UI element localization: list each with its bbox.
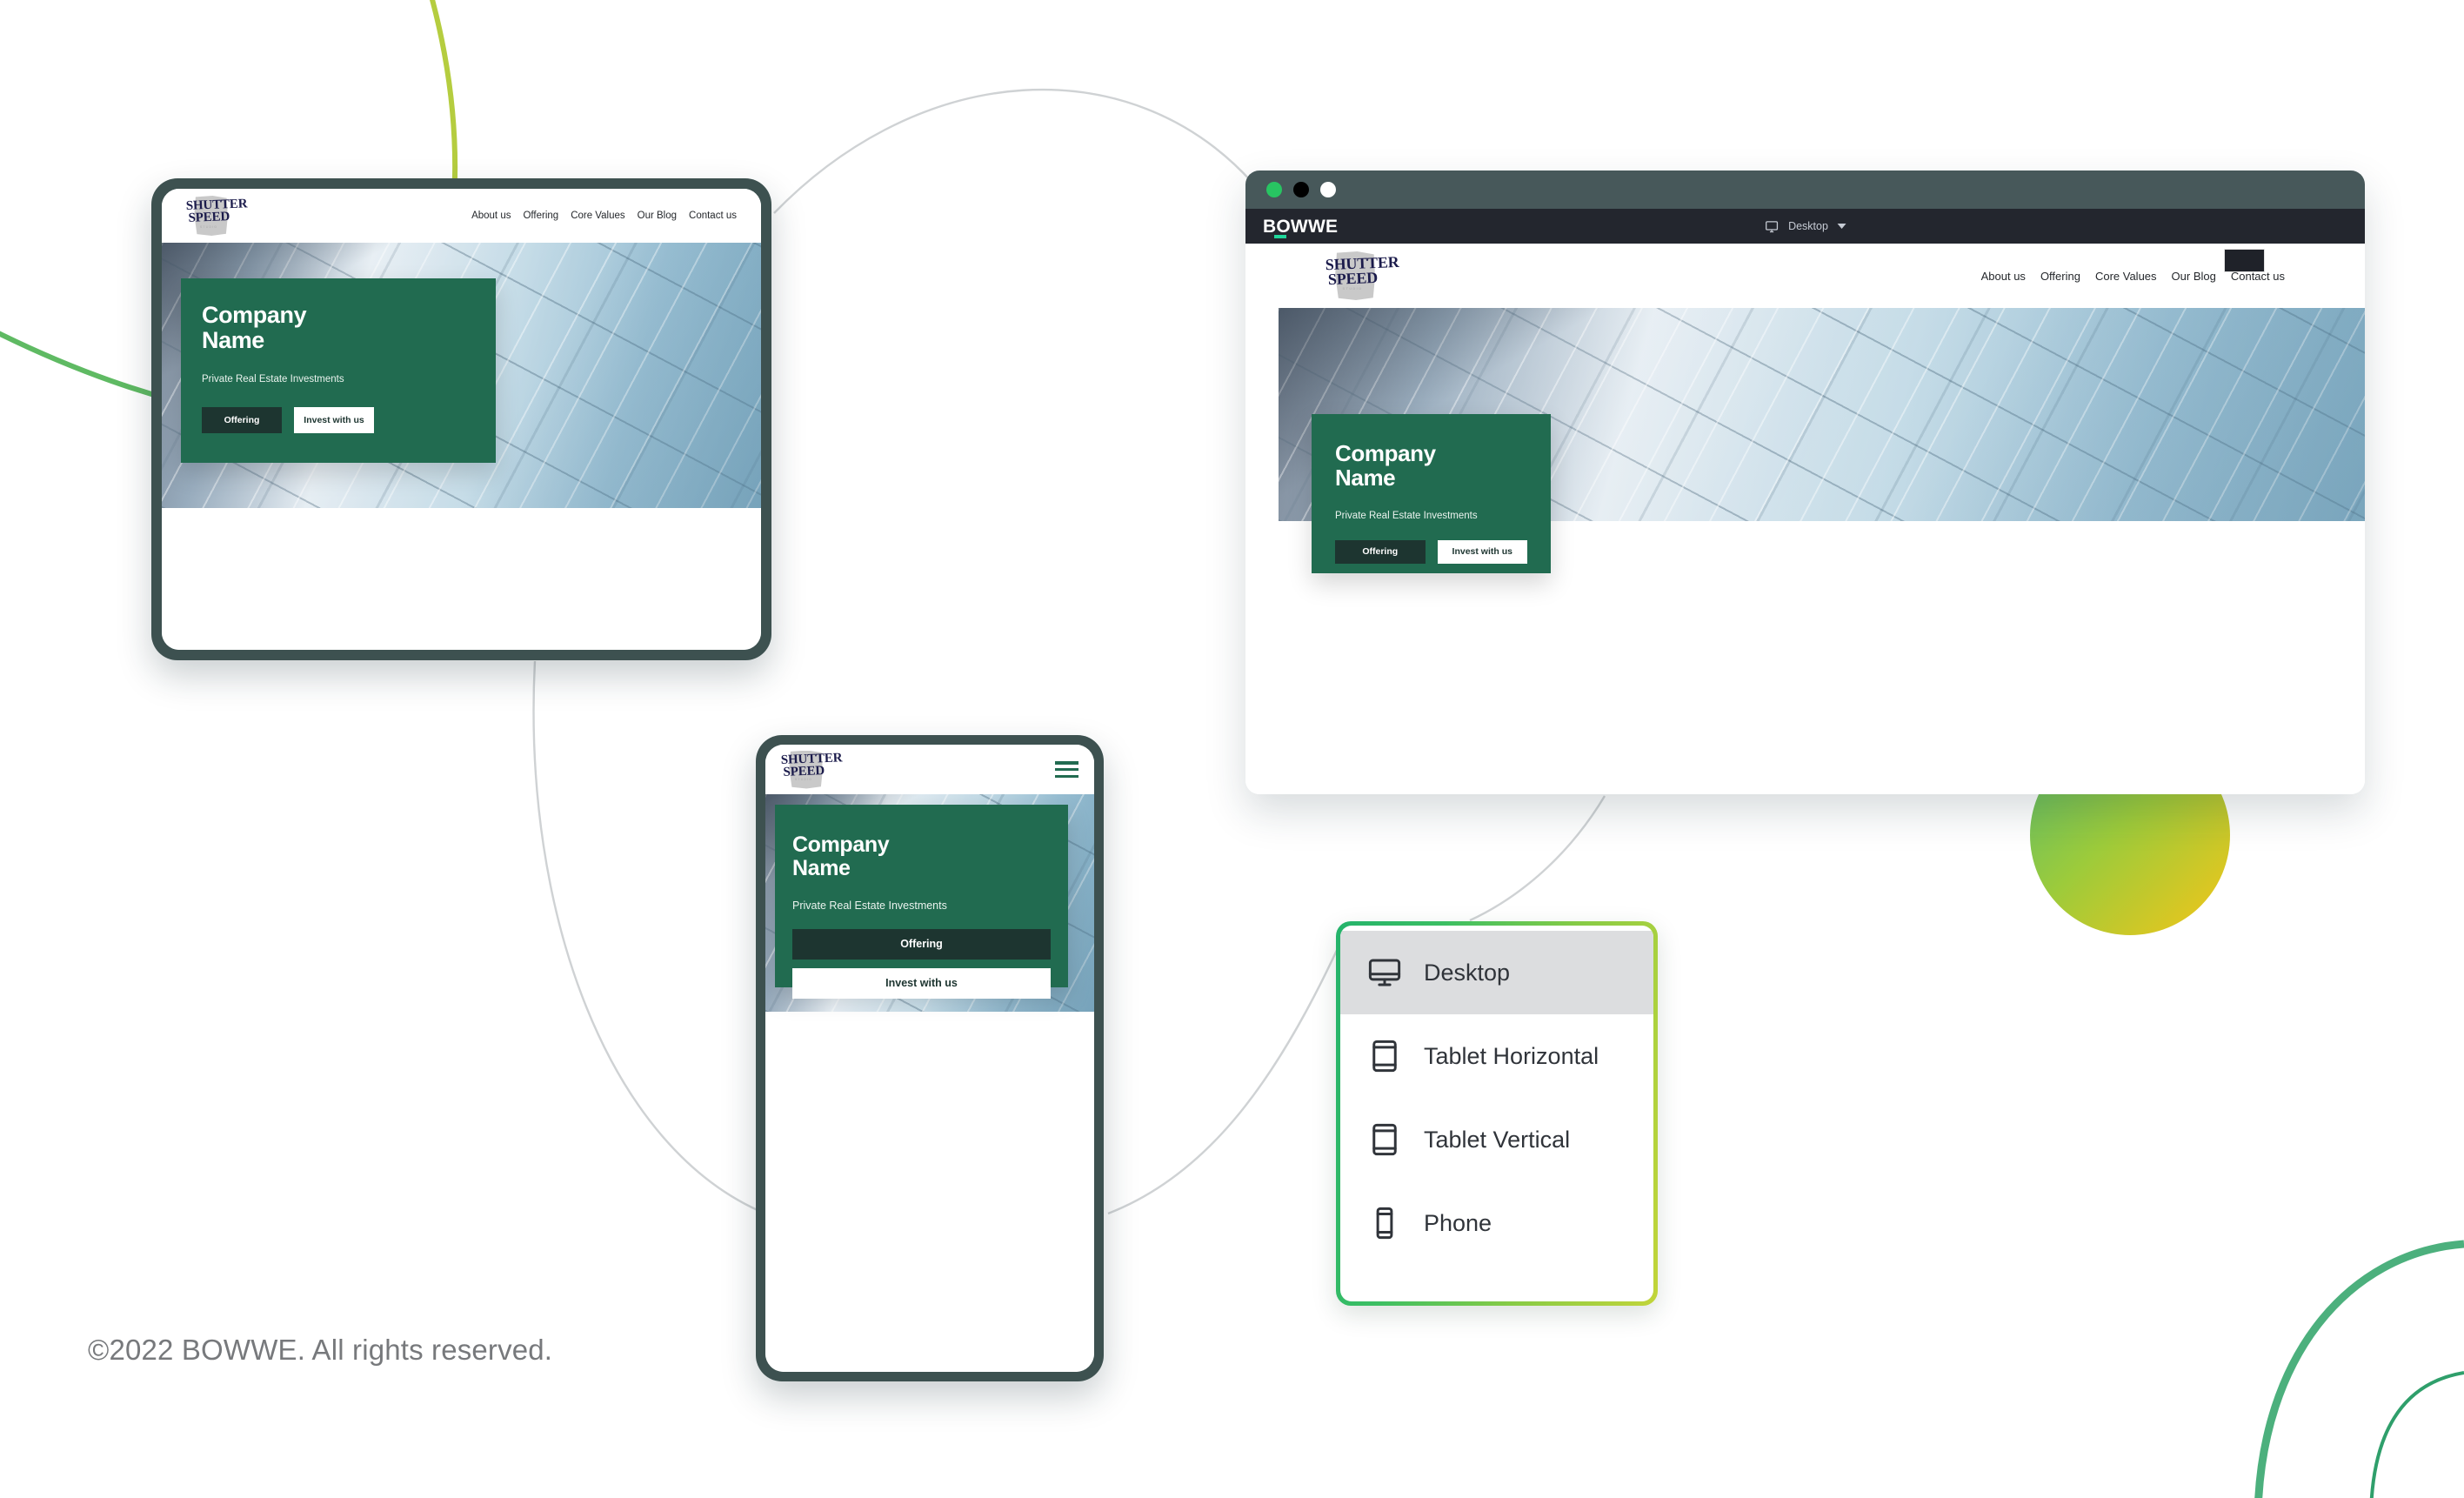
site-nav: About us Offering Core Values Our Blog C… <box>471 211 737 221</box>
offering-button[interactable]: Offering <box>792 928 1051 960</box>
logo-line-2: SPEED <box>783 763 825 779</box>
site-header: SHUTTER SPEED STUDIO <box>765 745 1094 794</box>
bowwe-accent-mark <box>1274 235 1286 238</box>
hero-title-line-1: Company <box>1335 440 1436 466</box>
chevron-down-icon <box>1837 224 1846 229</box>
device-option-phone[interactable]: Phone <box>1340 1181 1653 1265</box>
site-logo[interactable]: SHUTTER SPEED STUDIO <box>780 750 843 789</box>
hero-buttons: Offering Invest with us <box>202 406 475 433</box>
bowwe-wordmark: BOWWE <box>1263 216 1339 237</box>
hero-title-line-2: Name <box>792 855 851 880</box>
hero-title-line-2: Name <box>1335 464 1396 491</box>
device-option-label: Phone <box>1424 1209 1492 1236</box>
editor-toolbar: BOWWE Desktop <box>1245 209 2365 244</box>
copyright-text: ©2022 BOWWE. All rights reserved. <box>88 1334 553 1366</box>
hero-card: Company Name Private Real Estate Investm… <box>181 278 496 463</box>
nav-link-core-values[interactable]: Core Values <box>571 211 624 221</box>
hero-subtitle: Private Real Estate Investments <box>792 899 947 912</box>
hero-subtitle: Private Real Estate Investments <box>1335 510 1478 521</box>
nav-link-our-blog[interactable]: Our Blog <box>2172 270 2216 283</box>
monitor-icon <box>1765 220 1778 232</box>
nav-link-our-blog[interactable]: Our Blog <box>638 211 677 221</box>
device-option-label: Desktop <box>1424 959 1511 986</box>
nav-link-contact-us[interactable]: Contact us <box>689 211 737 221</box>
window-titlebar <box>1245 171 2365 209</box>
site-logo[interactable]: SHUTTER SPEED STUDIO <box>1325 251 1399 300</box>
nav-selection-overlay[interactable] <box>2224 249 2265 272</box>
hero-card: Company Name Private Real Estate Investm… <box>775 805 1068 999</box>
logo-subtitle: STUDIO <box>1342 286 1363 291</box>
connector-phone-dropdown <box>1107 934 1346 1215</box>
bowwe-logo[interactable]: BOWWE <box>1263 216 1339 238</box>
hero-title: Company Name <box>202 303 475 353</box>
hero-buttons: Offering Invest with us <box>792 928 1051 999</box>
hero-title: Company Name <box>792 833 1051 880</box>
device-selector[interactable]: Desktop <box>1764 219 1846 234</box>
deco-arc-inner <box>2369 1371 2464 1498</box>
nav-link-about-us[interactable]: About us <box>471 211 511 221</box>
hamburger-icon[interactable] <box>1055 761 1078 778</box>
hero-title: Company Name <box>1335 440 1527 491</box>
nav-link-offering[interactable]: Offering <box>2040 270 2080 283</box>
page-root: SHUTTER SPEED STUDIO About us Offering C… <box>0 0 2464 1498</box>
nav-link-about-us[interactable]: About us <box>1981 270 2026 283</box>
window-green-dot-icon[interactable] <box>1266 182 1282 197</box>
logo-line-2: SPEED <box>188 209 230 225</box>
connector-tablet-desktop <box>773 88 1253 214</box>
device-option-label: Tablet Horizontal <box>1424 1042 1599 1069</box>
tablet-icon <box>1365 1036 1405 1076</box>
device-option-desktop[interactable]: Desktop <box>1340 931 1653 1014</box>
logo-text: SHUTTER SPEED <box>185 195 248 225</box>
device-dropdown-list: Desktop Tablet Horizontal Tablet Vertica… <box>1340 926 1653 1301</box>
hero-title-line-2: Name <box>202 326 264 353</box>
window-black-dot-icon[interactable] <box>1293 182 1309 197</box>
invest-with-us-button[interactable]: Invest with us <box>792 967 1051 999</box>
hamburger-bar <box>1055 774 1078 778</box>
tablet-icon <box>1365 1120 1405 1160</box>
site-preview-tablet: SHUTTER SPEED STUDIO About us Offering C… <box>162 189 761 650</box>
tablet-screen: SHUTTER SPEED STUDIO About us Offering C… <box>162 189 761 650</box>
hero-subtitle: Private Real Estate Investments <box>202 373 344 385</box>
tablet-preview-frame[interactable]: SHUTTER SPEED STUDIO About us Offering C… <box>151 178 771 660</box>
logo-text: SHUTTER SPEED <box>780 750 842 779</box>
phone-icon <box>1365 1203 1405 1243</box>
hero-buttons: Offering Invest with us <box>1335 539 1527 564</box>
device-dropdown-menu[interactable]: Desktop Tablet Horizontal Tablet Vertica… <box>1336 921 1658 1306</box>
offering-button[interactable]: Offering <box>202 406 282 433</box>
device-option-tablet-vertical[interactable]: Tablet Vertical <box>1340 1098 1653 1181</box>
phone-screen: SHUTTER SPEED STUDIO Company Name Privat… <box>765 745 1094 1372</box>
deco-arc-outer <box>2254 1240 2464 1498</box>
hero-title-line-1: Company <box>792 833 890 857</box>
offering-button[interactable]: Offering <box>1335 539 1426 564</box>
logo-text: SHUTTER SPEED <box>1325 251 1399 288</box>
hamburger-bar <box>1055 767 1078 772</box>
desktop-preview-window[interactable]: BOWWE Desktop SHUTTER SPEED STUDIO About… <box>1245 171 2365 794</box>
hero-card: Company Name Private Real Estate Investm… <box>1312 414 1551 573</box>
hero-title-line-1: Company <box>202 302 307 328</box>
nav-link-core-values[interactable]: Core Values <box>2095 270 2157 283</box>
hamburger-bar <box>1055 761 1078 765</box>
site-logo[interactable]: SHUTTER SPEED STUDIO <box>185 195 248 236</box>
nav-link-offering[interactable]: Offering <box>523 211 558 221</box>
device-option-label: Tablet Vertical <box>1424 1126 1571 1153</box>
logo-subtitle: STUDIO <box>794 778 813 782</box>
invest-with-us-button[interactable]: Invest with us <box>294 406 374 433</box>
device-option-tablet-horizontal[interactable]: Tablet Horizontal <box>1340 1014 1653 1098</box>
site-preview-desktop: SHUTTER SPEED STUDIO About us Offering C… <box>1245 244 2365 794</box>
connector-tablet-phone <box>532 660 766 1215</box>
invest-with-us-button[interactable]: Invest with us <box>1437 539 1527 564</box>
preview-page: SHUTTER SPEED STUDIO About us Offering C… <box>1245 244 2365 794</box>
phone-preview-frame[interactable]: SHUTTER SPEED STUDIO Company Name Privat… <box>756 735 1104 1381</box>
site-header: SHUTTER SPEED STUDIO About us Offering C… <box>162 189 761 243</box>
logo-line-2: SPEED <box>1327 268 1379 288</box>
site-header: SHUTTER SPEED STUDIO About us Offering C… <box>1279 244 2332 308</box>
device-selector-label: Desktop <box>1788 220 1828 232</box>
site-preview-phone: SHUTTER SPEED STUDIO Company Name Privat… <box>765 745 1094 1372</box>
monitor-icon <box>1365 953 1405 993</box>
logo-subtitle: STUDIO <box>199 224 218 229</box>
connector-desktop-dropdown <box>1469 795 1606 922</box>
window-white-dot-icon[interactable] <box>1320 182 1336 197</box>
